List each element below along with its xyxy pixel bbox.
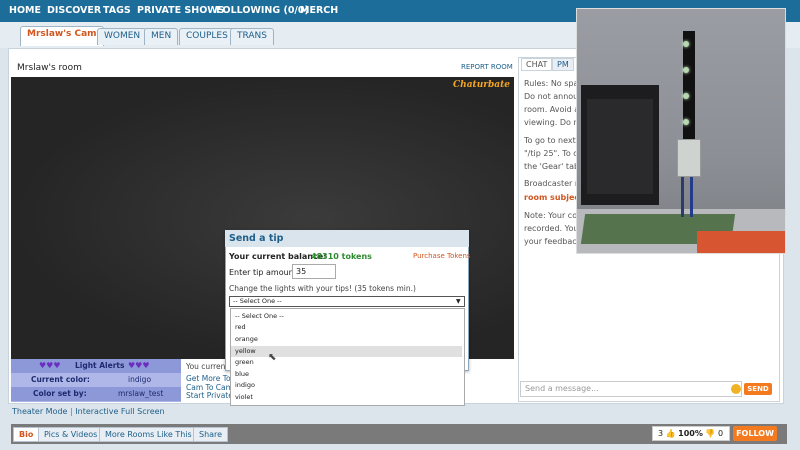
chat-note-line: recorded. You	[524, 224, 579, 233]
dropdown-option-yellow[interactable]: yellow	[231, 346, 462, 357]
dropdown-option-blue[interactable]: blue	[231, 369, 462, 380]
chat-message-input[interactable]: Send a message...	[520, 381, 742, 397]
upvote-count: 3	[658, 429, 664, 438]
dropdown-option-violet[interactable]: violet	[231, 392, 462, 403]
led-icon	[683, 67, 689, 73]
chat-tip-line: "/tip 25". To d	[524, 149, 579, 158]
chevron-down-icon[interactable]: ▼	[456, 298, 461, 305]
nav-home[interactable]: HOME	[9, 0, 41, 22]
current-balance-text: You current	[186, 362, 229, 371]
light-alerts-header: ♥♥♥ Light Alerts ♥♥♥	[11, 359, 181, 373]
send-button[interactable]: SEND	[744, 383, 772, 395]
lights-instructions: Change the lights with your tips! (35 to…	[229, 284, 416, 293]
theater-mode-link[interactable]: Theater Mode	[12, 407, 67, 416]
tab-more-rooms[interactable]: More Rooms Like This	[99, 427, 198, 442]
tab-men[interactable]: MEN	[144, 28, 179, 45]
led-icon	[683, 119, 689, 125]
light-alerts-title: Light Alerts	[75, 361, 125, 370]
approval-percent: 100%	[678, 429, 703, 438]
tab-women[interactable]: WOMEN	[97, 28, 148, 45]
red-board	[697, 231, 785, 253]
follow-button[interactable]: FOLLOW	[733, 426, 777, 441]
vote-widget: 3 👍 100% 👎 0	[652, 426, 730, 441]
color-set-by-label: Color set by:	[33, 389, 87, 398]
report-room-link[interactable]: REPORT ROOM	[461, 63, 513, 71]
downvote-count: 0	[717, 429, 724, 438]
wire	[690, 177, 693, 217]
nav-tags[interactable]: TAGS	[103, 0, 131, 22]
color-select[interactable]: -- Select One --	[229, 296, 465, 307]
tip-amount-label: Enter tip amount:	[229, 268, 300, 277]
tab-bio[interactable]: Bio	[13, 427, 40, 442]
thumbs-down-icon[interactable]: 👎	[705, 429, 715, 438]
wire	[681, 177, 684, 217]
tab-couples[interactable]: COUPLES	[179, 28, 235, 45]
room-header	[11, 57, 514, 77]
dropdown-option[interactable]: -- Select One --	[231, 311, 462, 322]
tip-modal-title: Send a tip	[229, 233, 284, 244]
tab-trans[interactable]: TRANS	[230, 28, 274, 45]
mouse-cursor-icon: ⬉	[268, 352, 277, 363]
chaturbate-logo: Chaturbate	[453, 80, 510, 90]
tab-pm[interactable]: PM	[552, 58, 574, 71]
separator: |	[70, 407, 73, 416]
tab-chat[interactable]: CHAT	[521, 58, 553, 71]
color-set-by-value: mrslaw_test	[118, 389, 164, 398]
get-more-tokens-link[interactable]: Get More Tok	[186, 374, 235, 383]
dropdown-option-red[interactable]: red	[231, 322, 462, 333]
tab-pics-videos[interactable]: Pics & Videos	[38, 427, 104, 442]
nav-following[interactable]: FOLLOWING (0/0)	[216, 0, 309, 22]
tip-amount-input[interactable]: 35	[292, 264, 336, 279]
chat-rules-line: Do not announ	[524, 92, 584, 101]
tab-mrslaw-cam[interactable]: Mrslaw's Cam	[20, 26, 104, 46]
nav-discover[interactable]: DISCOVER	[47, 0, 101, 22]
heart-icon: ♥♥♥	[128, 361, 150, 370]
led-icon	[683, 41, 689, 47]
dropdown-option-green[interactable]: green	[231, 357, 462, 368]
room-title: Mrslaw's room	[17, 63, 82, 73]
light-alerts-panel: ♥♥♥ Light Alerts ♥♥♥ Current color: indi…	[11, 359, 181, 402]
current-color-value: indigo	[128, 375, 152, 384]
heart-icon: ♥♥♥	[39, 361, 61, 370]
tab-share[interactable]: Share	[193, 427, 229, 442]
chat-note-line: your feedback.	[524, 237, 584, 246]
led-strip	[683, 31, 695, 143]
chat-tip-line: To go to next r	[524, 136, 582, 145]
nav-private-shows[interactable]: PRIVATE SHOWS	[137, 0, 225, 22]
thumbs-up-icon[interactable]: 👍	[666, 429, 676, 438]
current-color-row: Current color: indigo	[11, 373, 181, 387]
chat-note-line: Note: Your con	[524, 211, 583, 220]
color-set-by-row: Color set by: mrslaw_test	[11, 387, 181, 401]
dropdown-option-orange[interactable]: orange	[231, 334, 462, 345]
interactive-fullscreen-link[interactable]: Interactive Full Screen	[75, 407, 164, 416]
webcam-overlay	[576, 8, 786, 254]
current-color-label: Current color:	[31, 375, 90, 384]
led-icon	[683, 93, 689, 99]
connector	[677, 139, 701, 177]
emoji-icon[interactable]	[731, 384, 741, 394]
dark-box-inner	[587, 99, 653, 194]
balance-value: 48310 tokens	[311, 252, 372, 261]
dropdown-option-indigo[interactable]: indigo	[231, 380, 462, 391]
view-mode-links: Theater Mode | Interactive Full Screen	[12, 407, 165, 416]
purchase-tokens-link[interactable]: Purchase Tokens	[413, 252, 471, 260]
room-subject: room subject	[524, 193, 583, 202]
nav-merch[interactable]: MERCH	[300, 0, 338, 22]
